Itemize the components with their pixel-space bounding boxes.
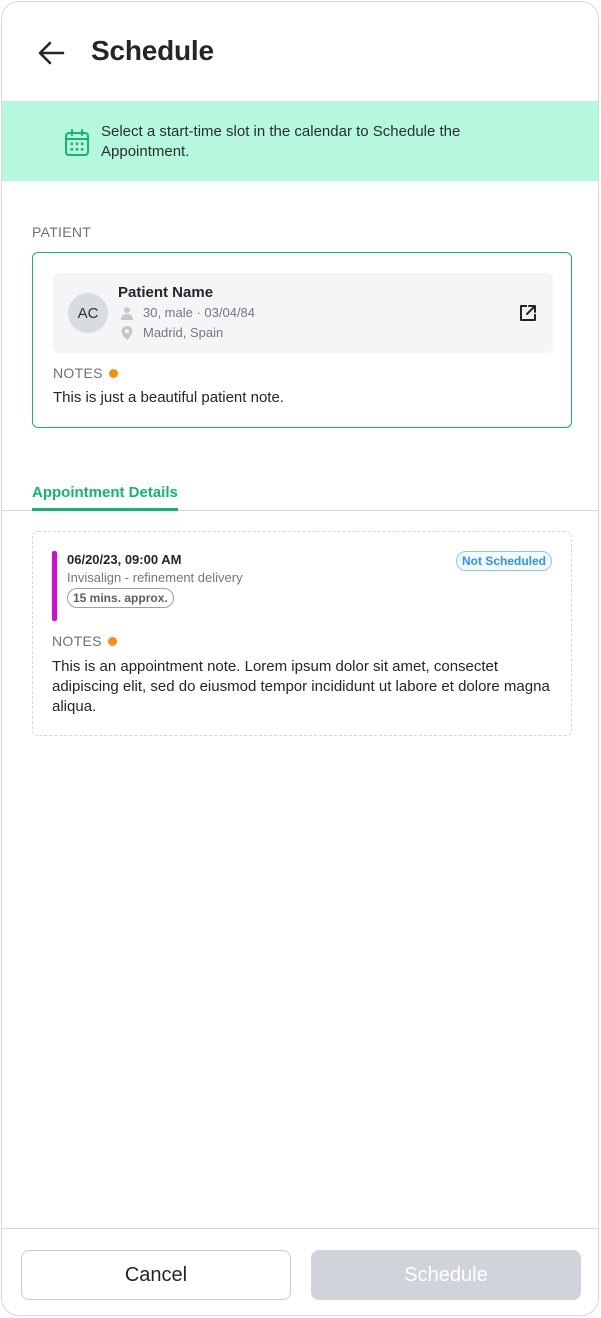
- location-pin-icon: [121, 325, 133, 340]
- notes-indicator-dot: [108, 368, 118, 378]
- location-text: Madrid, Spain: [143, 325, 224, 340]
- page-title: Schedule: [91, 35, 214, 66]
- status-badge: Not Scheduled: [455, 551, 552, 571]
- appointment-notes-text: This is an appointment note. Lorem ipsum…: [52, 658, 550, 715]
- back-button[interactable]: [34, 36, 68, 70]
- patient-name: Patient Name: [118, 284, 214, 301]
- footer-actions: Cancel Schedule: [2, 1228, 598, 1315]
- appointment-card: 06/20/23, 09:00 AM Invisalign - refineme…: [32, 531, 572, 736]
- patient-notes-label-text: NOTES: [53, 365, 103, 381]
- patient-location: Madrid, Spain: [120, 325, 223, 340]
- patient-notes-text: This is just a beautiful patient note.: [53, 389, 284, 406]
- patient-notes-label: NOTES: [53, 365, 118, 381]
- calendar-icon: [65, 129, 89, 156]
- schedule-screen: Schedule Select a start-time slot in the…: [1, 1, 599, 1316]
- demographics-text: 30, male · 03/04/84: [143, 305, 256, 320]
- patient-demographics: 30, male · 03/04/84: [120, 305, 255, 320]
- header: Schedule: [2, 2, 598, 102]
- cancel-button[interactable]: Cancel: [21, 1250, 291, 1300]
- open-patient-button[interactable]: [517, 302, 539, 324]
- patient-summary: AC Patient Name 30, male · 03/04/84 Madr…: [53, 273, 553, 353]
- duration-badge: 15 mins. approx.: [67, 588, 174, 608]
- avatar: AC: [68, 293, 108, 333]
- appointment-notes-label-text: NOTES: [52, 633, 102, 649]
- appointment-type: Invisalign - refinement delivery: [67, 570, 243, 585]
- appointment-notes-label: NOTES: [52, 633, 117, 649]
- patient-section-label: PATIENT: [32, 224, 92, 240]
- patient-card: AC Patient Name 30, male · 03/04/84 Madr…: [32, 252, 572, 428]
- external-link-icon: [520, 305, 536, 321]
- tab-bar: Appointment Details: [2, 472, 598, 511]
- appointment-color-bar: [52, 551, 57, 621]
- person-icon: [121, 306, 133, 320]
- arrow-left-icon: [38, 41, 65, 65]
- banner-message: Select a start-time slot in the calendar…: [101, 123, 461, 160]
- appointment-datetime: 06/20/23, 09:00 AM: [67, 552, 182, 567]
- tab-appointment-details[interactable]: Appointment Details: [32, 484, 178, 511]
- schedule-button[interactable]: Schedule: [311, 1250, 581, 1300]
- notes-indicator-dot: [107, 636, 117, 646]
